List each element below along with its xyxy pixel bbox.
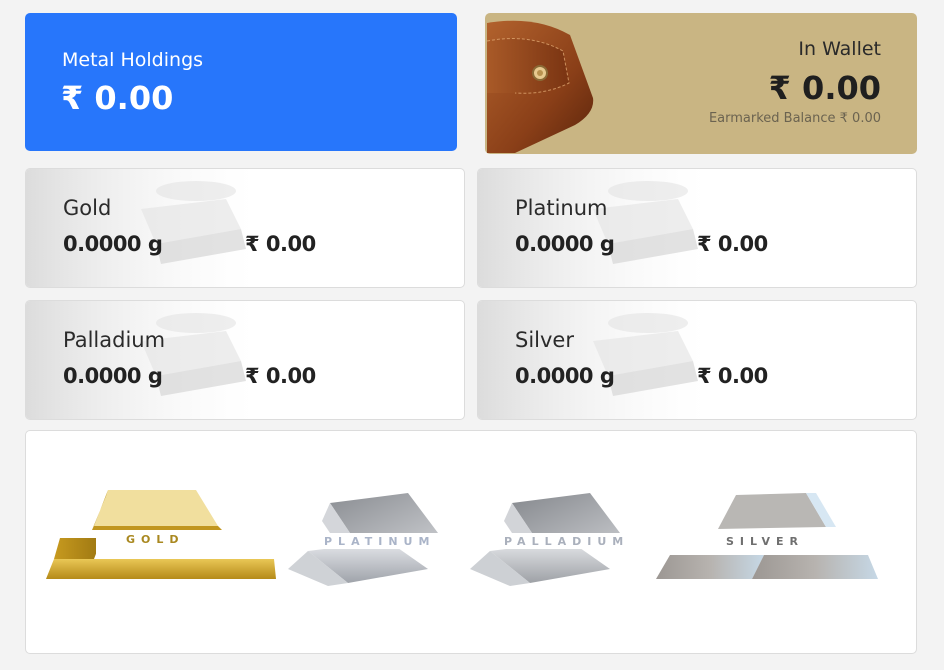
bar-label-palladium: PALLADIUM xyxy=(504,535,630,548)
earmarked-balance: Earmarked Balance ₹ 0.00 xyxy=(708,111,881,126)
metal-name: Palladium xyxy=(63,328,166,352)
bar-label-platinum: PLATINUM xyxy=(324,535,436,548)
metal-value: ₹ 0.00 xyxy=(245,364,316,388)
bars-watermark-icon xyxy=(26,169,266,287)
metal-grams: 0.0000 g xyxy=(63,232,163,256)
metal-name: Platinum xyxy=(515,196,608,220)
metal-card-gold[interactable]: Gold 0.0000 g ₹ 0.00 xyxy=(25,168,465,288)
metal-card-palladium[interactable]: Palladium 0.0000 g ₹ 0.00 xyxy=(25,300,465,420)
wallet-label: In Wallet xyxy=(798,38,881,60)
metal-holdings-card: Metal Holdings ₹ 0.00 xyxy=(25,13,457,151)
metal-value: ₹ 0.00 xyxy=(697,232,768,256)
wallet-amount: ₹ 0.00 xyxy=(768,69,881,107)
metal-card-silver[interactable]: Silver 0.0000 g ₹ 0.00 xyxy=(477,300,917,420)
metal-name: Silver xyxy=(515,328,574,352)
bars-watermark-icon xyxy=(26,301,266,419)
bar-label-gold: GOLD xyxy=(126,533,185,546)
metal-grams: 0.0000 g xyxy=(63,364,163,388)
bars-watermark-icon xyxy=(478,169,718,287)
holdings-amount: ₹ 0.00 xyxy=(61,79,174,117)
metal-card-platinum[interactable]: Platinum 0.0000 g ₹ 0.00 xyxy=(477,168,917,288)
metal-grams: 0.0000 g xyxy=(515,232,615,256)
bullion-bars-panel: GOLD PLATINUM PALLADIUM SILVER xyxy=(25,430,917,654)
bar-label-silver: SILVER xyxy=(726,535,805,548)
metal-value: ₹ 0.00 xyxy=(697,364,768,388)
metal-grams: 0.0000 g xyxy=(515,364,615,388)
holdings-title: Metal Holdings xyxy=(62,49,204,71)
metal-value: ₹ 0.00 xyxy=(245,232,316,256)
bars-watermark-icon xyxy=(478,301,718,419)
metal-name: Gold xyxy=(63,196,112,220)
wallet-icon xyxy=(486,20,594,153)
wallet-card: In Wallet ₹ 0.00 Earmarked Balance ₹ 0.0… xyxy=(485,13,917,154)
